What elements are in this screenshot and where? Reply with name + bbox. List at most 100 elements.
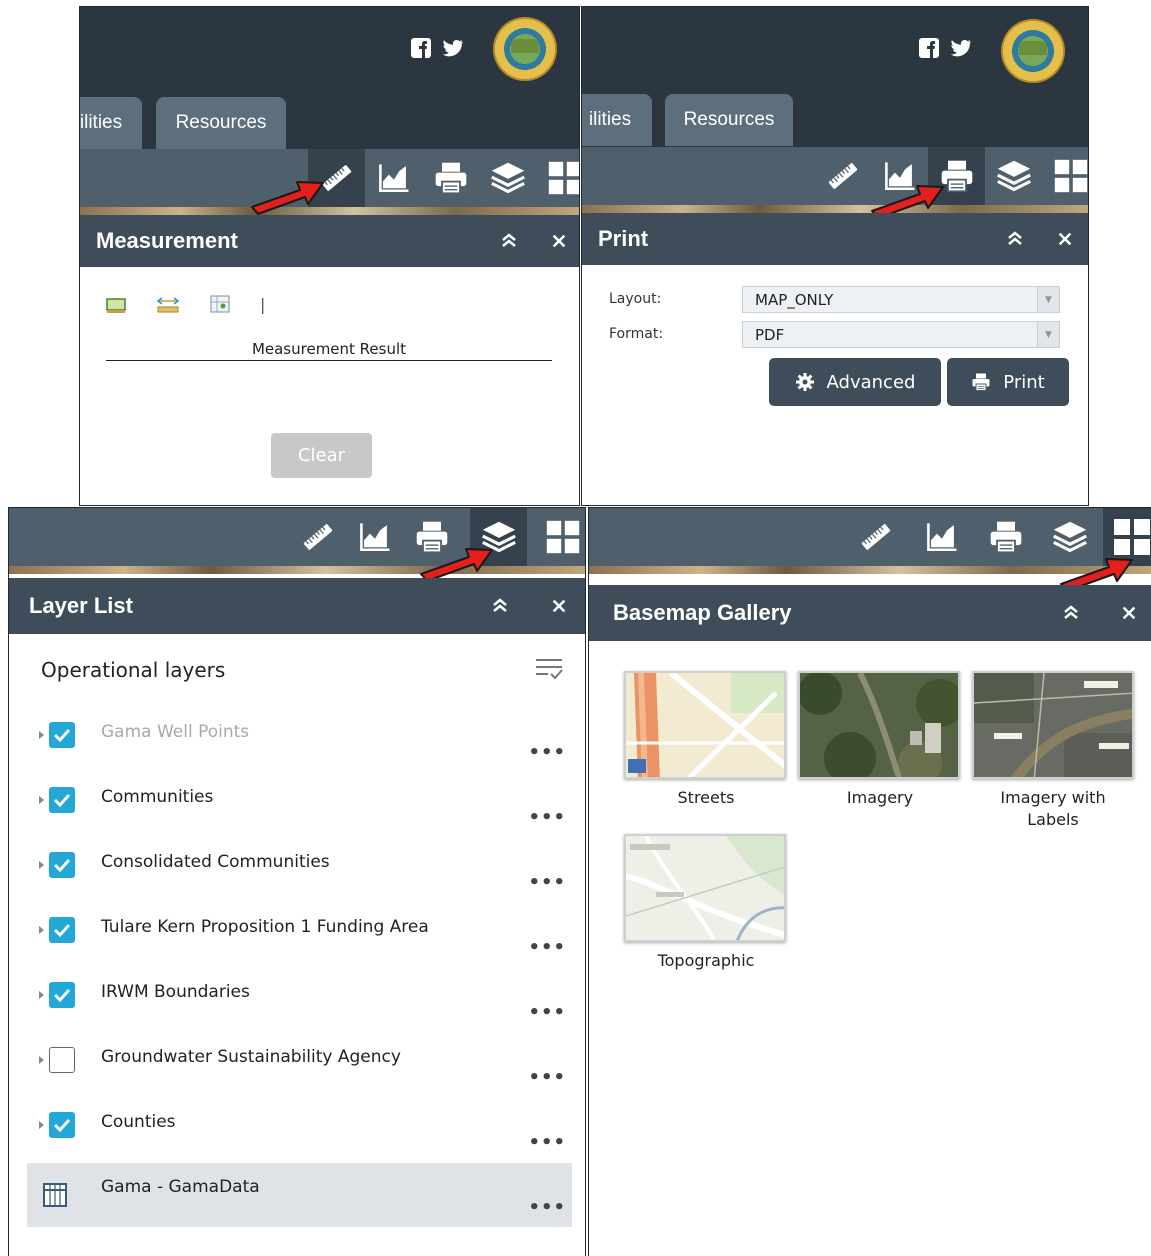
layer-label: Communities bbox=[101, 787, 214, 807]
map-strip bbox=[80, 207, 579, 215]
layer-visibility-checkbox[interactable] bbox=[49, 722, 75, 748]
location-measure-icon[interactable] bbox=[208, 293, 232, 315]
distance-measure-icon[interactable] bbox=[156, 293, 180, 315]
table-icon bbox=[43, 1183, 67, 1211]
more-options-icon[interactable]: ••• bbox=[528, 807, 566, 828]
chart-tool-button[interactable] bbox=[346, 508, 403, 566]
widget-toolbar bbox=[80, 149, 579, 207]
basemap-tool-button[interactable] bbox=[534, 508, 586, 566]
basemap-grid-icon bbox=[1112, 517, 1151, 557]
area-measure-icon[interactable] bbox=[104, 293, 128, 315]
layer-row[interactable]: Groundwater Sustainability Agency ••• bbox=[27, 1033, 572, 1097]
chart-icon bbox=[925, 520, 959, 554]
format-select[interactable]: PDF ▼ bbox=[742, 321, 1060, 348]
county-seal-logo bbox=[493, 17, 557, 81]
print-tool-button[interactable] bbox=[422, 149, 479, 207]
print-button[interactable]: Print bbox=[947, 358, 1069, 406]
expand-caret-icon[interactable] bbox=[39, 731, 44, 739]
widget-title: Basemap Gallery bbox=[613, 600, 792, 625]
layers-tool-button[interactable] bbox=[985, 147, 1042, 205]
layer-row[interactable]: Communities ••• bbox=[27, 773, 572, 837]
more-options-icon[interactable]: ••• bbox=[528, 742, 566, 763]
collapse-icon[interactable] bbox=[1056, 585, 1086, 641]
more-options-icon[interactable]: ••• bbox=[528, 937, 566, 958]
layer-row[interactable]: Gama - GamaData ••• bbox=[27, 1163, 572, 1227]
basemap-imagery-with-labels[interactable]: Imagery with Labels bbox=[972, 671, 1136, 831]
facebook-icon[interactable] bbox=[410, 37, 432, 59]
chart-tool-button[interactable] bbox=[365, 149, 422, 207]
measurement-tool-button[interactable] bbox=[814, 147, 871, 205]
clear-button[interactable]: Clear bbox=[271, 433, 372, 478]
layers-icon bbox=[490, 160, 526, 196]
layer-row[interactable]: IRWM Boundaries ••• bbox=[27, 968, 572, 1032]
streets-thumbnail bbox=[624, 671, 786, 779]
layer-visibility-checkbox[interactable] bbox=[49, 1112, 75, 1138]
close-icon[interactable] bbox=[544, 578, 574, 634]
measurement-tool-button[interactable] bbox=[289, 508, 346, 566]
layout-label: Layout: bbox=[609, 291, 662, 307]
collapse-icon[interactable] bbox=[1000, 213, 1030, 265]
measurement-title-bar: Measurement bbox=[80, 215, 579, 267]
expand-caret-icon[interactable] bbox=[39, 926, 44, 934]
layer-visibility-checkbox[interactable] bbox=[49, 982, 75, 1008]
basemap-streets[interactable]: Streets bbox=[624, 671, 788, 809]
advanced-button[interactable]: Advanced bbox=[769, 358, 941, 406]
layer-label: Gama Well Points bbox=[101, 722, 250, 742]
widget-title: Measurement bbox=[96, 228, 238, 253]
expand-caret-icon[interactable] bbox=[39, 1056, 44, 1064]
printer-icon bbox=[433, 160, 469, 196]
gear-icon bbox=[795, 372, 815, 392]
chevron-down-icon[interactable]: ▼ bbox=[1037, 322, 1059, 347]
close-icon[interactable] bbox=[1050, 213, 1080, 265]
layer-row[interactable]: Consolidated Communities ••• bbox=[27, 838, 572, 902]
tab-facilities[interactable]: ilities bbox=[582, 94, 652, 146]
collapse-icon[interactable] bbox=[485, 578, 515, 634]
filter-list-icon[interactable] bbox=[534, 656, 564, 682]
more-options-icon[interactable]: ••• bbox=[528, 1197, 566, 1218]
expand-caret-icon[interactable] bbox=[39, 861, 44, 869]
tab-resources[interactable]: Resources bbox=[156, 97, 286, 149]
basemap-tool-button[interactable] bbox=[1042, 147, 1089, 205]
expand-caret-icon[interactable] bbox=[39, 991, 44, 999]
measurement-result-label: Measurement Result bbox=[106, 340, 552, 361]
tab-facilities[interactable]: ilities bbox=[80, 97, 142, 149]
chevron-down-icon[interactable]: ▼ bbox=[1037, 287, 1059, 312]
print-panel: ilities Resources Print Layout: MAP_ONLY… bbox=[581, 6, 1089, 506]
layer-visibility-checkbox[interactable] bbox=[49, 917, 75, 943]
expand-caret-icon[interactable] bbox=[39, 1121, 44, 1129]
more-options-icon[interactable]: ••• bbox=[528, 1002, 566, 1023]
collapse-icon[interactable] bbox=[494, 215, 524, 267]
print-tool-button[interactable] bbox=[977, 508, 1034, 566]
more-options-icon[interactable]: ••• bbox=[528, 1067, 566, 1088]
layer-visibility-checkbox[interactable] bbox=[49, 1047, 75, 1073]
layer-visibility-checkbox[interactable] bbox=[49, 852, 75, 878]
printer-icon bbox=[988, 519, 1024, 555]
twitter-icon[interactable] bbox=[442, 37, 464, 59]
layout-select[interactable]: MAP_ONLY ▼ bbox=[742, 286, 1060, 313]
layer-row[interactable]: Counties ••• bbox=[27, 1098, 572, 1162]
more-options-icon[interactable]: ••• bbox=[528, 872, 566, 893]
close-icon[interactable] bbox=[1114, 585, 1144, 641]
twitter-icon[interactable] bbox=[950, 37, 972, 59]
measurement-tool-button[interactable] bbox=[847, 508, 904, 566]
chart-tool-button[interactable] bbox=[913, 508, 970, 566]
basemap-topographic[interactable]: Topographic bbox=[624, 834, 788, 972]
basemap-label: Streets bbox=[677, 788, 735, 807]
layers-tool-button[interactable] bbox=[479, 149, 536, 207]
more-options-icon[interactable]: ••• bbox=[528, 1132, 566, 1153]
red-arrow-pointer bbox=[250, 177, 325, 215]
basemap-tool-button[interactable] bbox=[536, 149, 580, 207]
expand-caret-icon[interactable] bbox=[39, 796, 44, 804]
widget-toolbar bbox=[582, 147, 1088, 205]
layer-row[interactable]: Gama Well Points ••• bbox=[27, 708, 572, 772]
county-seal-logo bbox=[1001, 19, 1065, 83]
layers-icon bbox=[1052, 519, 1088, 555]
facebook-icon[interactable] bbox=[918, 37, 940, 59]
tab-resources[interactable]: Resources bbox=[665, 94, 793, 146]
close-icon[interactable] bbox=[544, 215, 574, 267]
layer-row[interactable]: Tulare Kern Proposition 1 Funding Area ••… bbox=[27, 903, 572, 967]
layer-label: IRWM Boundaries bbox=[101, 982, 250, 1002]
imagery-thumbnail bbox=[798, 671, 960, 779]
basemap-imagery[interactable]: Imagery bbox=[798, 671, 962, 809]
layer-visibility-checkbox[interactable] bbox=[49, 787, 75, 813]
